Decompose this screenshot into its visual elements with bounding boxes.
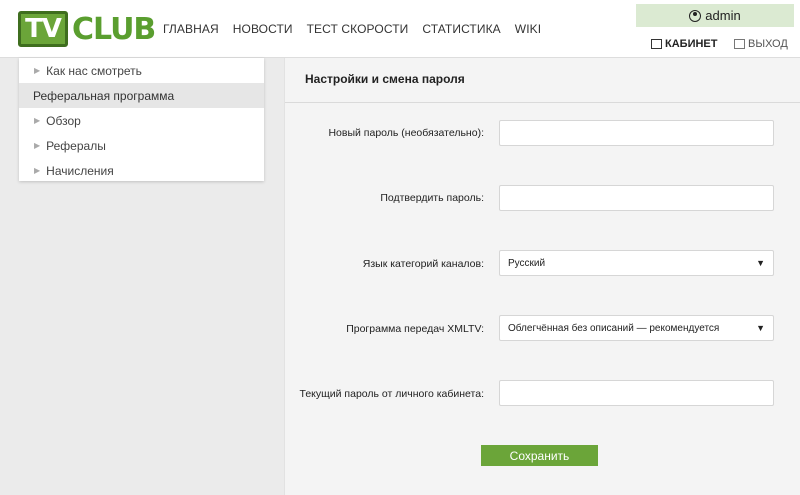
current-password-label: Текущий пароль от личного кабинета: bbox=[299, 388, 484, 400]
settings-panel: Настройки и смена пароля Новый пароль (н… bbox=[284, 58, 800, 495]
username: admin bbox=[705, 8, 741, 23]
nav-news[interactable]: НОВОСТИ bbox=[233, 22, 293, 36]
sidebar-item-label: Как нас смотреть bbox=[46, 63, 142, 78]
logout-label: ВЫХОД bbox=[748, 38, 788, 50]
language-select[interactable]: Русский ▼ bbox=[499, 250, 774, 276]
main-nav: ГЛАВНАЯ НОВОСТИ ТЕСТ СКОРОСТИ СТАТИСТИКА… bbox=[156, 22, 548, 36]
sidebar-item-label: Обзор bbox=[46, 113, 81, 128]
sidebar: ▶ Как нас смотреть Реферальная программа… bbox=[19, 58, 264, 181]
new-password-field[interactable] bbox=[499, 120, 774, 146]
page-title: Настройки и смена пароля bbox=[305, 72, 465, 86]
language-label: Язык категорий каналов: bbox=[362, 258, 484, 270]
nav-speedtest[interactable]: ТЕСТ СКОРОСТИ bbox=[307, 22, 409, 36]
sidebar-item-label: Рефералы bbox=[46, 138, 106, 153]
sidebar-item-how-to-watch[interactable]: ▶ Как нас смотреть bbox=[19, 58, 264, 83]
triangle-right-icon: ▶ bbox=[34, 116, 41, 125]
user-icon bbox=[689, 9, 702, 22]
sidebar-item-overview[interactable]: ▶ Обзор bbox=[19, 108, 264, 133]
header: TV CLUB ГЛАВНАЯ НОВОСТИ ТЕСТ СКОРОСТИ СТ… bbox=[0, 0, 800, 58]
tvclub-logo[interactable]: TV CLUB bbox=[18, 10, 156, 48]
nav-statistics[interactable]: СТАТИСТИКА bbox=[422, 22, 500, 36]
triangle-right-icon: ▶ bbox=[34, 66, 41, 75]
divider bbox=[285, 102, 800, 103]
xmltv-selected-value: Облегчённая без описаний — рекомендуется bbox=[508, 322, 720, 334]
current-password-field[interactable] bbox=[499, 380, 774, 406]
triangle-right-icon: ▶ bbox=[34, 141, 41, 150]
chevron-down-icon: ▼ bbox=[756, 323, 765, 333]
cabinet-label: КАБИНЕТ bbox=[665, 38, 718, 50]
sidebar-item-label: Начисления bbox=[46, 163, 114, 178]
xmltv-select[interactable]: Облегчённая без описаний — рекомендуется… bbox=[499, 315, 774, 341]
logout-icon bbox=[734, 39, 745, 49]
confirm-password-label: Подтвердить пароль: bbox=[380, 192, 484, 204]
sidebar-section-label: Реферальная программа bbox=[33, 88, 175, 103]
new-password-label: Новый пароль (необязательно): bbox=[328, 127, 484, 139]
chevron-down-icon: ▼ bbox=[756, 258, 765, 268]
logo-tv-mark: TV bbox=[18, 11, 68, 47]
user-menu[interactable]: admin bbox=[636, 4, 794, 27]
xmltv-label: Программа передач XMLTV: bbox=[346, 323, 484, 335]
cabinet-icon bbox=[651, 39, 662, 49]
nav-home[interactable]: ГЛАВНАЯ bbox=[163, 22, 219, 36]
sidebar-section-referral[interactable]: Реферальная программа bbox=[19, 83, 264, 108]
sidebar-item-referrals[interactable]: ▶ Рефералы bbox=[19, 133, 264, 158]
sidebar-item-accruals[interactable]: ▶ Начисления bbox=[19, 158, 264, 183]
logout-link[interactable]: ВЫХОД bbox=[734, 38, 788, 50]
save-button[interactable]: Сохранить bbox=[481, 445, 598, 466]
cabinet-link[interactable]: КАБИНЕТ bbox=[651, 38, 717, 50]
triangle-right-icon: ▶ bbox=[34, 166, 41, 175]
nav-wiki[interactable]: WIKI bbox=[515, 22, 541, 36]
logo-club-text: CLUB bbox=[72, 11, 156, 47]
confirm-password-field[interactable] bbox=[499, 185, 774, 211]
language-selected-value: Русский bbox=[508, 257, 546, 269]
